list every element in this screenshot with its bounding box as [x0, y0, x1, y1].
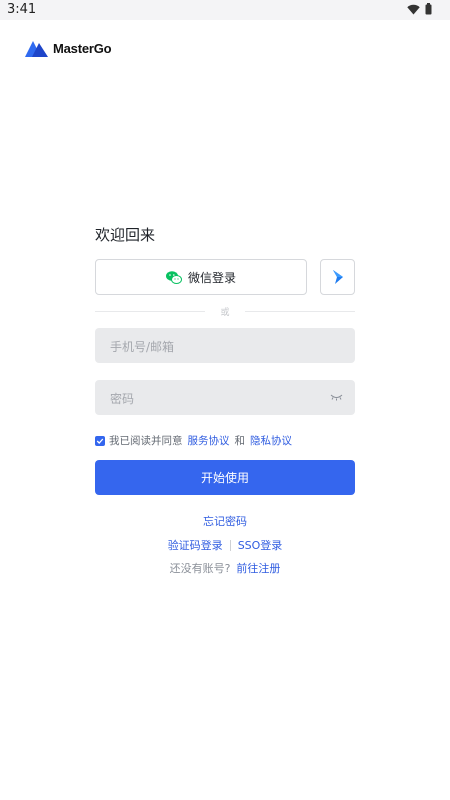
status-icons	[407, 3, 432, 15]
register-link[interactable]: 前往注册	[236, 560, 280, 576]
code-login-link[interactable]: 验证码登录	[168, 537, 223, 553]
phone-email-placeholder: 手机号/邮箱	[110, 340, 175, 354]
agree-prefix: 我已阅读并同意	[109, 435, 183, 447]
start-button[interactable]: 开始使用	[95, 460, 355, 495]
agree-and: 和	[234, 435, 246, 447]
phone-email-input[interactable]: 手机号/邮箱	[95, 328, 355, 363]
brand-name: MasterGo	[53, 41, 112, 56]
password-input[interactable]: 密码	[95, 380, 355, 415]
battery-icon	[425, 3, 432, 15]
service-agreement-link[interactable]: 服务协议	[188, 433, 230, 448]
status-time: 3:41	[7, 2, 37, 17]
sso-login-link[interactable]: SSO登录	[238, 537, 283, 553]
status-bar: 3:41	[0, 0, 450, 20]
alt-login-row: 验证码登录 SSO登录	[0, 537, 450, 553]
agree-checkbox[interactable]	[95, 435, 105, 446]
divider: 或	[95, 305, 355, 318]
feishu-icon	[332, 270, 343, 284]
brand-logo: MasterGo	[25, 40, 112, 57]
check-icon	[96, 438, 104, 444]
forgot-password-link[interactable]: 忘记密码	[0, 513, 450, 529]
alt-login-separator	[229, 539, 231, 551]
divider-text: 或	[220, 308, 230, 318]
eye-closed-icon[interactable]	[330, 393, 343, 401]
register-row: 还没有账号? 前往注册	[0, 560, 450, 576]
no-account-text: 还没有账号?	[169, 562, 231, 575]
wechat-login-button[interactable]: 微信登录	[95, 259, 307, 295]
wifi-icon	[407, 4, 420, 14]
wechat-login-label: 微信登录	[187, 270, 236, 285]
password-placeholder: 密码	[110, 392, 135, 406]
wechat-icon	[165, 270, 182, 284]
mastergo-logo-icon	[25, 41, 48, 57]
privacy-agreement-link[interactable]: 隐私协议	[250, 433, 292, 448]
feishu-login-button[interactable]	[320, 259, 355, 295]
page-title: 欢迎回来	[95, 226, 156, 244]
agreement-row: 我已阅读并同意 服务协议 和 隐私协议	[95, 433, 292, 448]
